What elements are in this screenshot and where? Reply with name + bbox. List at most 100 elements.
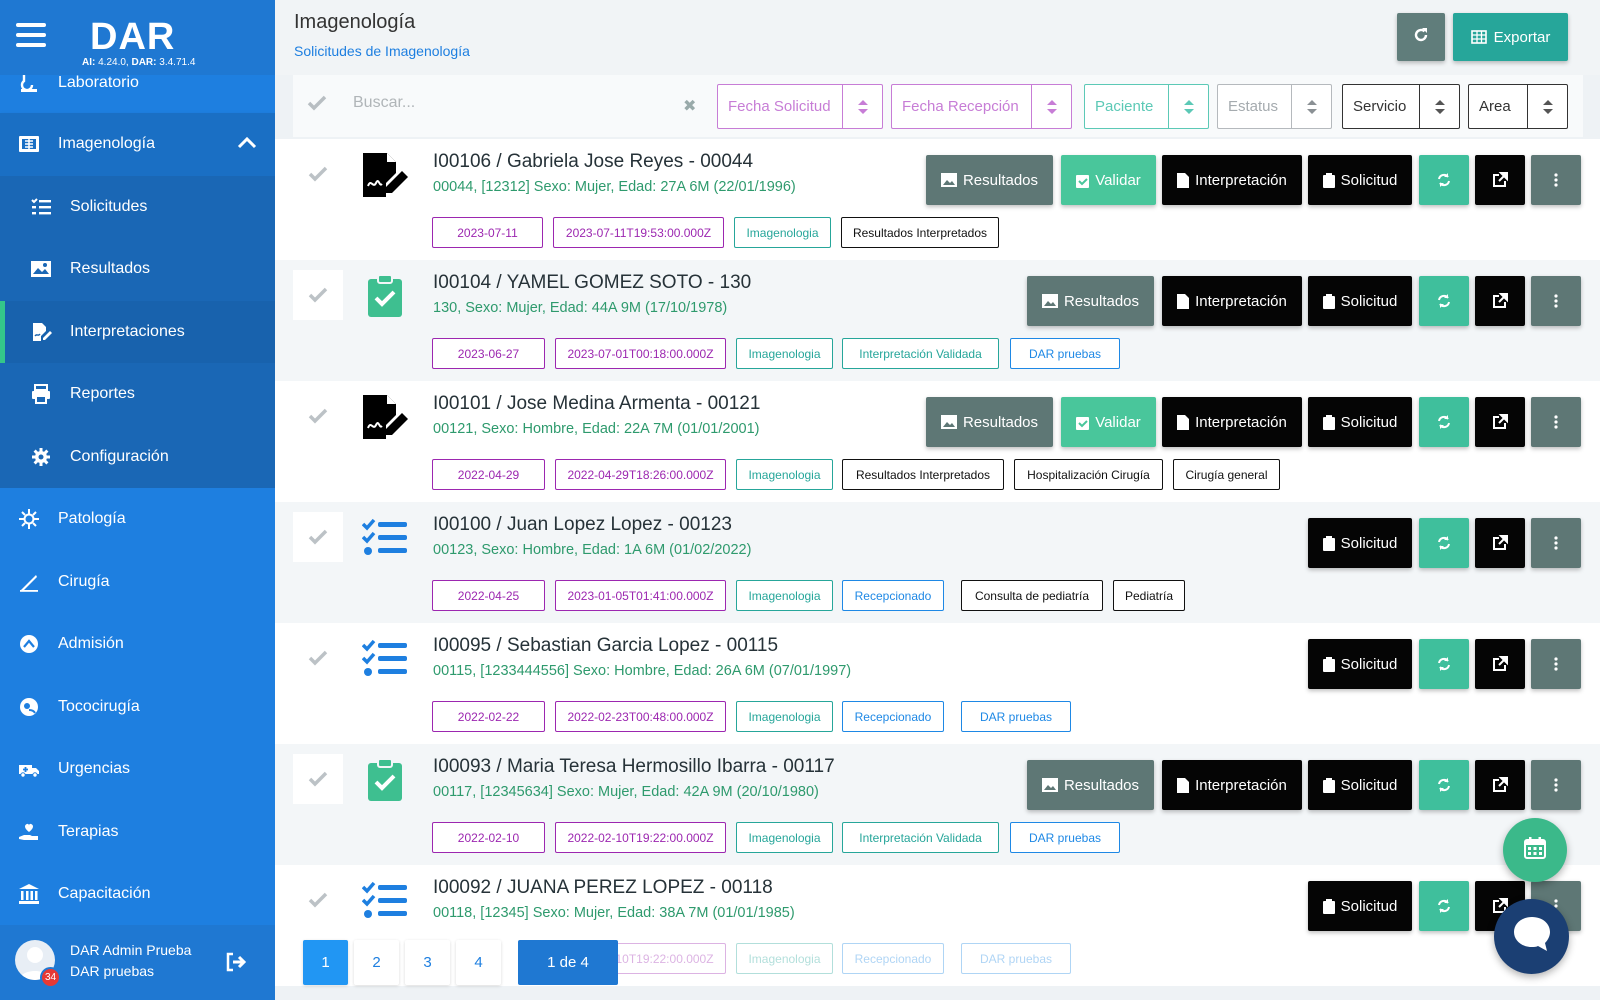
servicio-select[interactable]: Servicio [1342, 84, 1460, 129]
sync-button[interactable] [1419, 276, 1469, 326]
sync-button[interactable] [1419, 155, 1469, 205]
open-external-button[interactable] [1475, 518, 1525, 568]
sidebar-item-cirugia[interactable]: Cirugía [0, 551, 275, 614]
sidebar-item-urgencias[interactable]: Urgencias [0, 738, 275, 801]
fecha-solicitud-select[interactable]: Fecha Solicitud [717, 84, 883, 129]
table-row[interactable]: I00101 / Jose Medina Armenta - 00121 001… [275, 381, 1600, 502]
sidebar-item-capacitacion[interactable]: Capacitación [0, 863, 275, 926]
tag-area: Imagenologia [734, 217, 831, 248]
export-label: Exportar [1493, 28, 1551, 46]
row-title[interactable]: I00092 / JUANA PEREZ LOPEZ - 00118 [433, 877, 773, 899]
resultados-button[interactable]: Resultados [926, 397, 1053, 447]
row-check-icon[interactable] [293, 633, 343, 683]
chevron-up-icon[interactable] [237, 135, 257, 154]
button-label: Solicitud [1340, 413, 1398, 431]
solicitud-button[interactable]: Solicitud [1308, 276, 1412, 326]
xray-icon [18, 133, 40, 155]
more-options-button[interactable] [1531, 397, 1581, 447]
button-label: Solicitud [1340, 776, 1398, 794]
sidebar-item-patologia[interactable]: Patología [0, 488, 275, 551]
more-options-button[interactable] [1531, 518, 1581, 568]
interpretacion-button[interactable]: Interpretación [1162, 397, 1302, 447]
sync-button[interactable] [1419, 760, 1469, 810]
row-check-icon[interactable] [293, 512, 343, 562]
sidebar-item-resultados[interactable]: Resultados [0, 238, 275, 301]
open-external-button[interactable] [1475, 155, 1525, 205]
solicitud-button[interactable]: Solicitud [1308, 155, 1412, 205]
sync-button[interactable] [1419, 518, 1469, 568]
export-button[interactable]: Exportar [1453, 13, 1568, 61]
row-check-icon[interactable] [293, 391, 343, 441]
refresh-button[interactable] [1397, 13, 1445, 61]
tag-fecha-solicitud: 2023-07-11 [432, 217, 543, 248]
select-all-check-icon[interactable] [307, 95, 327, 116]
sort-icon [1168, 85, 1208, 128]
table-icon [1470, 30, 1487, 44]
search-input[interactable] [353, 94, 653, 112]
open-external-button[interactable] [1475, 760, 1525, 810]
solicitud-button[interactable]: Solicitud [1308, 760, 1412, 810]
more-options-button[interactable] [1531, 639, 1581, 689]
page-button-3[interactable]: 3 [405, 940, 450, 985]
estatus-select[interactable]: Estatus [1217, 84, 1332, 129]
table-row[interactable]: I00095 / Sebastian Garcia Lopez - 00115 … [275, 623, 1600, 744]
sync-button[interactable] [1419, 639, 1469, 689]
sidebar-item-imagenologia[interactable]: Imagenología [0, 113, 275, 176]
more-options-button[interactable] [1531, 276, 1581, 326]
resultados-button[interactable]: Resultados [926, 155, 1053, 205]
validar-button[interactable]: Validar [1061, 155, 1156, 205]
clear-search-icon[interactable]: ✖ [683, 96, 696, 116]
validar-button[interactable]: Validar [1061, 397, 1156, 447]
solicitud-button[interactable]: Solicitud [1308, 518, 1412, 568]
open-external-button[interactable] [1475, 276, 1525, 326]
page-button-4[interactable]: 4 [456, 940, 501, 985]
table-row[interactable]: I00104 / YAMEL GOMEZ SOTO - 130 130, Sex… [275, 260, 1600, 381]
chat-fab-button[interactable] [1494, 899, 1569, 974]
solicitud-button[interactable]: Solicitud [1308, 397, 1412, 447]
calendar-fab-button[interactable] [1503, 818, 1567, 882]
logout-icon[interactable] [225, 952, 247, 977]
row-title[interactable]: I00093 / Maria Teresa Hermosillo Ibarra … [433, 756, 835, 778]
interpretacion-button[interactable]: Interpretación [1162, 760, 1302, 810]
row-title[interactable]: I00104 / YAMEL GOMEZ SOTO - 130 [433, 272, 751, 294]
interpretacion-button[interactable]: Interpretación [1162, 276, 1302, 326]
area-select[interactable]: Area [1468, 84, 1568, 129]
page-button-1[interactable]: 1 [303, 940, 348, 985]
row-check-icon[interactable] [293, 149, 343, 199]
table-row[interactable]: I00100 / Juan Lopez Lopez - 00123 00123,… [275, 502, 1600, 623]
resultados-button[interactable]: Resultados [1027, 760, 1154, 810]
button-label: Validar [1095, 171, 1141, 189]
refresh-icon [1413, 27, 1429, 48]
menu-icon[interactable] [16, 23, 46, 47]
tag-estatus: Interpretación Validada [842, 822, 999, 853]
sidebar-item-interpretaciones[interactable]: Interpretaciones [0, 300, 275, 363]
sync-button[interactable] [1419, 397, 1469, 447]
sidebar-item-admision[interactable]: Admisión [0, 613, 275, 676]
more-options-button[interactable] [1531, 760, 1581, 810]
open-external-button[interactable] [1475, 397, 1525, 447]
row-title[interactable]: I00101 / Jose Medina Armenta - 00121 [433, 393, 760, 415]
sidebar-item-terapias[interactable]: Terapias [0, 801, 275, 864]
sidebar-item-tococirugia[interactable]: Tococirugía [0, 676, 275, 739]
row-patient-info: 130, Sexo: Mujer, Edad: 44A 9M (17/10/19… [433, 300, 728, 316]
table-row[interactable]: I00093 / Maria Teresa Hermosillo Ibarra … [275, 744, 1600, 865]
sidebar-item-solicitudes[interactable]: Solicitudes [0, 175, 275, 238]
page-button-2[interactable]: 2 [354, 940, 399, 985]
row-title[interactable]: I00095 / Sebastian Garcia Lopez - 00115 [433, 635, 778, 657]
more-options-button[interactable] [1531, 155, 1581, 205]
open-external-button[interactable] [1475, 639, 1525, 689]
sidebar-item-configuracion[interactable]: Configuración [0, 425, 275, 488]
interpretacion-button[interactable]: Interpretación [1162, 155, 1302, 205]
row-title[interactable]: I00100 / Juan Lopez Lopez - 00123 [433, 514, 732, 536]
breadcrumb[interactable]: Solicitudes de Imagenología [294, 43, 470, 59]
paciente-select[interactable]: Paciente [1084, 84, 1209, 129]
row-title[interactable]: I00106 / Gabriela Jose Reyes - 00044 [433, 151, 753, 173]
resultados-button[interactable]: Resultados [1027, 276, 1154, 326]
row-check-icon[interactable] [293, 270, 343, 320]
servicio-label: Servicio [1353, 98, 1407, 115]
fecha-recepcion-select[interactable]: Fecha Recepción [891, 84, 1072, 129]
sidebar-item-reportes[interactable]: Reportes [0, 363, 275, 426]
row-check-icon[interactable] [293, 754, 343, 804]
solicitud-button[interactable]: Solicitud [1308, 639, 1412, 689]
table-row[interactable]: I00106 / Gabriela Jose Reyes - 00044 000… [275, 139, 1600, 260]
